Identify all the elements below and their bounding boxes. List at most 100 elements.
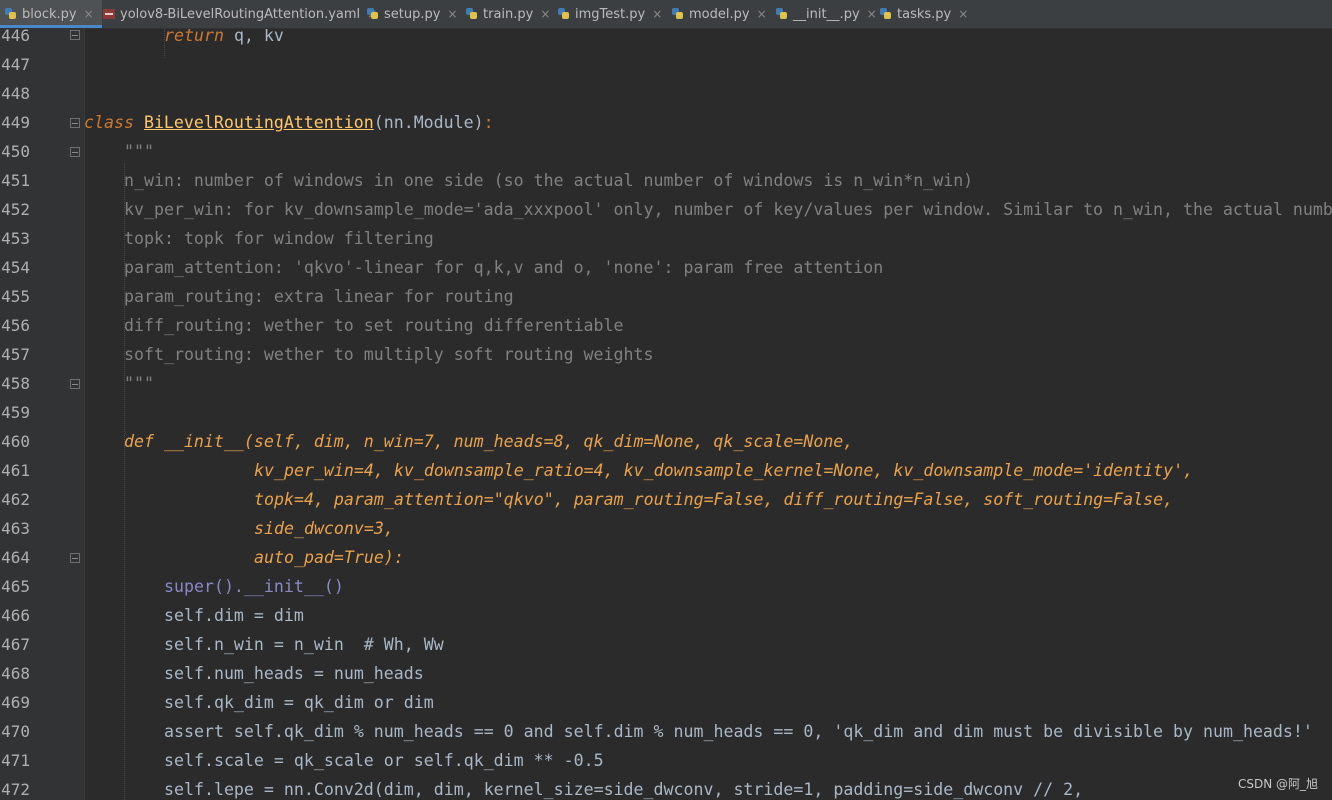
code-line: 469 self.qk_dim = qk_dim or dim [0, 688, 1332, 717]
line-number: 452 [1, 200, 30, 219]
code-line: 447 [0, 50, 1332, 79]
docstring-line: topk: topk for window filtering [124, 229, 434, 248]
python-file-icon [466, 8, 477, 19]
tab-label: train.py [483, 6, 534, 22]
line-number: 455 [1, 287, 30, 306]
close-icon[interactable]: × [540, 7, 550, 21]
python-file-icon [880, 8, 891, 19]
assignment-line: self.dim = dim [164, 606, 304, 625]
line-number: 446 [1, 29, 30, 45]
code-line: 463 side_dwconv=3, [0, 514, 1332, 543]
code-line: 464 auto_pad=True): [0, 543, 1332, 572]
docstring-line: diff_routing: wether to set routing diff… [124, 316, 624, 335]
code-line: 468 self.num_heads = num_heads [0, 659, 1332, 688]
line-number: 461 [1, 461, 30, 480]
line-number: 463 [1, 519, 30, 538]
signature-continuation: topk=4, param_attention="qkvo", param_ro… [254, 490, 1174, 509]
line-number: 466 [1, 606, 30, 625]
signature-continuation: auto_pad=True): [254, 548, 404, 567]
editor-tab-bar: block.py × yolov8-BiLevelRoutingAttentio… [0, 0, 1332, 29]
super-init-call: super().__init__() [164, 577, 344, 596]
line-number: 470 [1, 722, 30, 741]
tab-train-py[interactable]: train.py × [459, 0, 558, 28]
csdn-watermark: CSDN @阿_旭 [1237, 777, 1318, 791]
return-values: q, kv [223, 29, 284, 45]
docstring-line: param_routing: extra linear for routing [124, 287, 514, 306]
code-line: 461 kv_per_win=4, kv_downsample_ratio=4,… [0, 456, 1332, 485]
line-number: 458 [1, 374, 30, 393]
fold-marker-icon[interactable] [70, 379, 80, 389]
tab-imgtest-py[interactable]: imgTest.py × [551, 0, 670, 28]
assignment-line: self.n_win = n_win # Wh, Ww [164, 635, 444, 654]
docstring-close: """ [124, 374, 154, 393]
line-number: 467 [1, 635, 30, 654]
line-number: 448 [1, 84, 30, 103]
tab-label: tasks.py [897, 6, 952, 22]
python-file-icon [558, 8, 569, 19]
class-base: (nn.Module) [373, 113, 484, 132]
docstring-line: soft_routing: wether to multiply soft ro… [124, 345, 654, 364]
close-icon[interactable]: × [757, 7, 767, 21]
tab-setup-py[interactable]: setup.py × [360, 0, 466, 28]
code-line: 471 self.scale = qk_scale or self.qk_dim… [0, 746, 1332, 775]
line-number: 451 [1, 171, 30, 190]
tab-init-py[interactable]: __init__.py × [769, 0, 885, 28]
close-icon[interactable]: × [84, 7, 94, 21]
close-icon[interactable]: × [958, 7, 968, 21]
code-line: 455 param_routing: extra linear for rout… [0, 282, 1332, 311]
code-line: 446 return q, kv [0, 29, 1332, 50]
line-number: 454 [1, 258, 30, 277]
line-number: 465 [1, 577, 30, 596]
code-line: 470 assert self.qk_dim % num_heads == 0 … [0, 717, 1332, 746]
line-number: 449 [1, 113, 30, 132]
tab-block-py[interactable]: block.py × [0, 0, 102, 28]
docstring-line: param_attention: 'qkvo'-linear for q,k,v… [124, 258, 884, 277]
line-number: 469 [1, 693, 30, 712]
line-number: 447 [1, 55, 30, 74]
code-line: 453 topk: topk for window filtering [0, 224, 1332, 253]
code-line: 457 soft_routing: wether to multiply sof… [0, 340, 1332, 369]
python-file-icon [5, 8, 16, 19]
code-line: 452 kv_per_win: for kv_downsample_mode='… [0, 195, 1332, 224]
python-file-icon [776, 8, 787, 19]
line-number: 464 [1, 548, 30, 567]
tab-yaml[interactable]: yolov8-BiLevelRoutingAttention.yaml × [96, 0, 385, 28]
line-number: 472 [1, 780, 30, 799]
fold-marker-icon[interactable] [70, 118, 80, 128]
code-line: 451 n_win: number of windows in one side… [0, 166, 1332, 195]
docstring-line: n_win: number of windows in one side (so… [124, 171, 974, 190]
assignment-line: self.scale = qk_scale or self.qk_dim ** … [164, 751, 604, 770]
code-editor[interactable]: 446 return q, kv 447 448 449 class BiLev… [0, 29, 1332, 800]
tab-label: block.py [22, 6, 77, 22]
tab-label: __init__.py [793, 6, 860, 22]
assignment-line: self.num_heads = num_heads [164, 664, 424, 683]
fold-marker-icon[interactable] [70, 147, 80, 157]
keyword-return: return [164, 29, 224, 45]
tab-label: setup.py [384, 6, 441, 22]
def-signature-line: def __init__(self, dim, n_win=7, num_hea… [124, 432, 854, 451]
docstring-line: kv_per_win: for kv_downsample_mode='ada_… [124, 200, 1332, 219]
assert-line: assert self.qk_dim % num_heads == 0 and … [164, 722, 1313, 741]
code-line: 450 """ [0, 137, 1332, 166]
fold-marker-icon[interactable] [70, 30, 80, 40]
tab-model-py[interactable]: model.py × [665, 0, 775, 28]
signature-continuation: kv_per_win=4, kv_downsample_ratio=4, kv_… [254, 461, 1194, 480]
code-line: 462 topk=4, param_attention="qkvo", para… [0, 485, 1332, 514]
code-line: 448 [0, 79, 1332, 108]
code-line: 458 """ [0, 369, 1332, 398]
tab-tasks-py[interactable]: tasks.py × [873, 0, 976, 28]
line-number: 456 [1, 316, 30, 335]
code-line: 472 self.lepe = nn.Conv2d(dim, dim, kern… [0, 775, 1332, 800]
assignment-line: self.lepe = nn.Conv2d(dim, dim, kernel_s… [164, 780, 1084, 799]
tab-label: model.py [689, 6, 750, 22]
class-colon: : [483, 113, 494, 132]
fold-marker-icon[interactable] [70, 553, 80, 563]
line-number: 468 [1, 664, 30, 683]
close-icon[interactable]: × [652, 7, 662, 21]
close-icon[interactable]: × [447, 7, 457, 21]
line-number: 462 [1, 490, 30, 509]
assignment-line: self.qk_dim = qk_dim or dim [164, 693, 434, 712]
tab-label: yolov8-BiLevelRoutingAttention.yaml [120, 6, 361, 22]
python-file-icon [367, 8, 378, 19]
code-line: 465 super().__init__() [0, 572, 1332, 601]
